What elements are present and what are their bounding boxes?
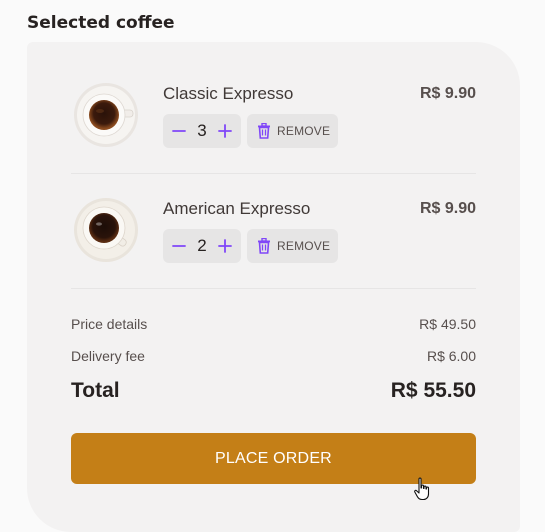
total-label: Total	[71, 379, 120, 402]
item-price: R$ 9.90	[419, 200, 476, 217]
total-row: Total R$ 55.50	[71, 379, 476, 403]
divider	[71, 173, 476, 174]
item-price: R$ 9.90	[419, 85, 476, 102]
price-details-label: Price details	[71, 316, 148, 332]
hand-pointer-icon	[414, 477, 430, 501]
plus-icon[interactable]	[217, 238, 233, 254]
quantity-stepper: 3	[163, 114, 241, 148]
delivery-fee-label: Delivery fee	[71, 348, 145, 364]
trash-icon	[258, 238, 270, 254]
item-name: American Expresso	[163, 199, 311, 218]
trash-icon	[258, 123, 270, 139]
total-value: R$ 55.50	[390, 379, 476, 402]
coffee-cup-icon	[74, 198, 138, 262]
price-details-value: R$ 49.50	[419, 316, 476, 332]
cart-item: Classic Expresso R$ 9.90 3 REMOVE	[71, 80, 476, 155]
quantity-stepper: 2	[163, 229, 241, 263]
minus-icon[interactable]	[171, 123, 187, 139]
cart-item: American Expresso R$ 9.90 2 REMOVE	[71, 195, 476, 270]
remove-label: REMOVE	[277, 124, 331, 138]
plus-icon[interactable]	[217, 123, 233, 139]
remove-label: REMOVE	[277, 239, 331, 253]
divider	[71, 288, 476, 289]
minus-icon[interactable]	[171, 238, 187, 254]
item-name: Classic Expresso	[163, 84, 294, 103]
quantity-value: 3	[197, 121, 207, 140]
remove-button[interactable]: REMOVE	[247, 114, 338, 148]
cart-card: Classic Expresso R$ 9.90 3 REMOVE Americ…	[27, 42, 520, 532]
remove-button[interactable]: REMOVE	[247, 229, 338, 263]
quantity-value: 2	[197, 236, 207, 255]
coffee-cup-icon	[74, 83, 138, 147]
price-details-row: Price details R$ 49.50	[71, 316, 476, 332]
section-title: Selected coffee	[27, 13, 175, 33]
delivery-fee-row: Delivery fee R$ 6.00	[71, 348, 476, 364]
delivery-fee-value: R$ 6.00	[426, 348, 476, 364]
